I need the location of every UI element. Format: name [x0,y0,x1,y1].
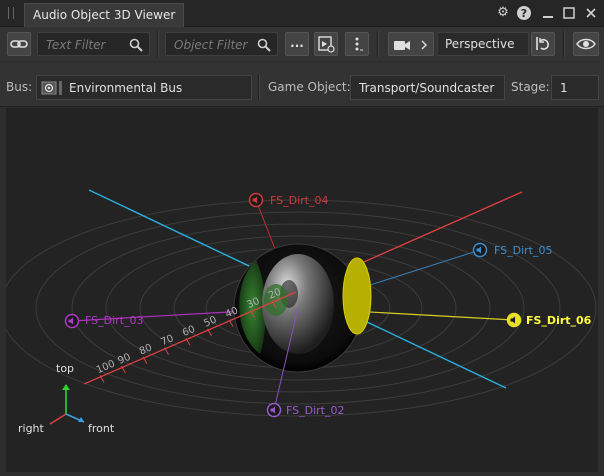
emitter-label: FS_Dirt_03 [85,314,143,327]
game-object-icon [318,36,335,53]
camera-icon [394,41,410,50]
search-icon [129,38,143,52]
toolbar: Text Filter Object Filter ... Perspectiv… [0,27,604,61]
gizmo-right-label: right [18,422,45,435]
emitter-label: FS_Dirt_06 [526,314,592,327]
link-button[interactable] [7,32,31,56]
svg-text:?: ? [521,7,527,20]
camera-button[interactable] [388,32,434,56]
options-menu-button[interactable] [345,32,369,56]
emitter-label: FS_Dirt_02 [286,404,344,417]
gizmo-top-label: top [56,362,74,375]
text-filter-input[interactable]: Text Filter [37,32,150,56]
reset-view-button[interactable] [531,32,555,56]
props-divider [258,74,260,100]
gizmo-top-arrow [62,384,70,390]
window-tab[interactable]: Audio Object 3D Viewer [24,3,185,27]
gizmo-right-axis [49,413,67,425]
view-mode-value: Perspective [445,37,515,51]
search-icon [257,38,271,52]
game-object-label: Game Object: [268,80,351,94]
toolbar-divider [563,31,565,57]
maximize-icon[interactable] [561,5,577,21]
vertical-dots-icon [355,37,363,51]
eye-icon [576,38,596,50]
stage-label: Stage: [511,80,550,94]
emitter-fs-dirt-03[interactable]: FS_Dirt_03 [64,313,144,329]
bus-label: Bus: [6,80,33,94]
help-icon[interactable]: ? [516,5,532,21]
3d-viewport[interactable]: 20 30 40 50 60 70 80 90 100 FS_Dirt_04 FS_Dirt_05… [6,108,598,472]
object-filter-input[interactable]: Object Filter [165,32,278,56]
properties-bar: Bus: Environmental Bus Game Object: Tran… [0,62,604,107]
toolbar-divider [377,31,379,57]
bus-value: Environmental Bus [69,81,183,95]
emitter-fs-dirt-05[interactable]: FS_Dirt_05 [472,242,553,258]
emitter-label: FS_Dirt_05 [494,244,552,257]
bus-selector[interactable]: Environmental Bus [36,75,252,100]
stage-input[interactable]: 1 [551,75,599,100]
toolbar-divider [157,31,159,57]
bus-icon [41,81,62,95]
link-icon [10,40,28,48]
3d-scene[interactable]: 2030405060708090100 FS_Dirt_04FS_Dirt_05… [6,108,598,472]
drag-grip-icon[interactable] [8,7,14,19]
reset-view-icon [536,37,549,50]
chevron-right-icon [421,40,427,50]
gizmo-front-label: front [88,422,115,435]
emitter-label: FS_Dirt_04 [270,194,328,207]
emitter-fs-dirt-04[interactable]: FS_Dirt_04 [248,192,329,208]
gear-icon[interactable]: ⚙ [495,5,511,21]
view-mode-dropdown[interactable]: Perspective [437,32,529,56]
more-options-button[interactable]: ... [285,32,309,56]
emitter-fs-dirt-06[interactable]: FS_Dirt_06 [506,312,592,328]
emitter-fs-dirt-02[interactable]: FS_Dirt_02 [266,402,345,418]
visibility-button[interactable] [573,32,599,56]
close-icon[interactable] [583,5,599,21]
game-object-selector[interactable]: Transport/Soundcaster [350,75,505,100]
minimize-icon[interactable] [540,5,556,21]
cone-yellow [342,257,372,335]
title-bar: Audio Object 3D Viewer ⚙ ? [0,0,604,27]
game-object-filter-button[interactable] [314,32,338,56]
